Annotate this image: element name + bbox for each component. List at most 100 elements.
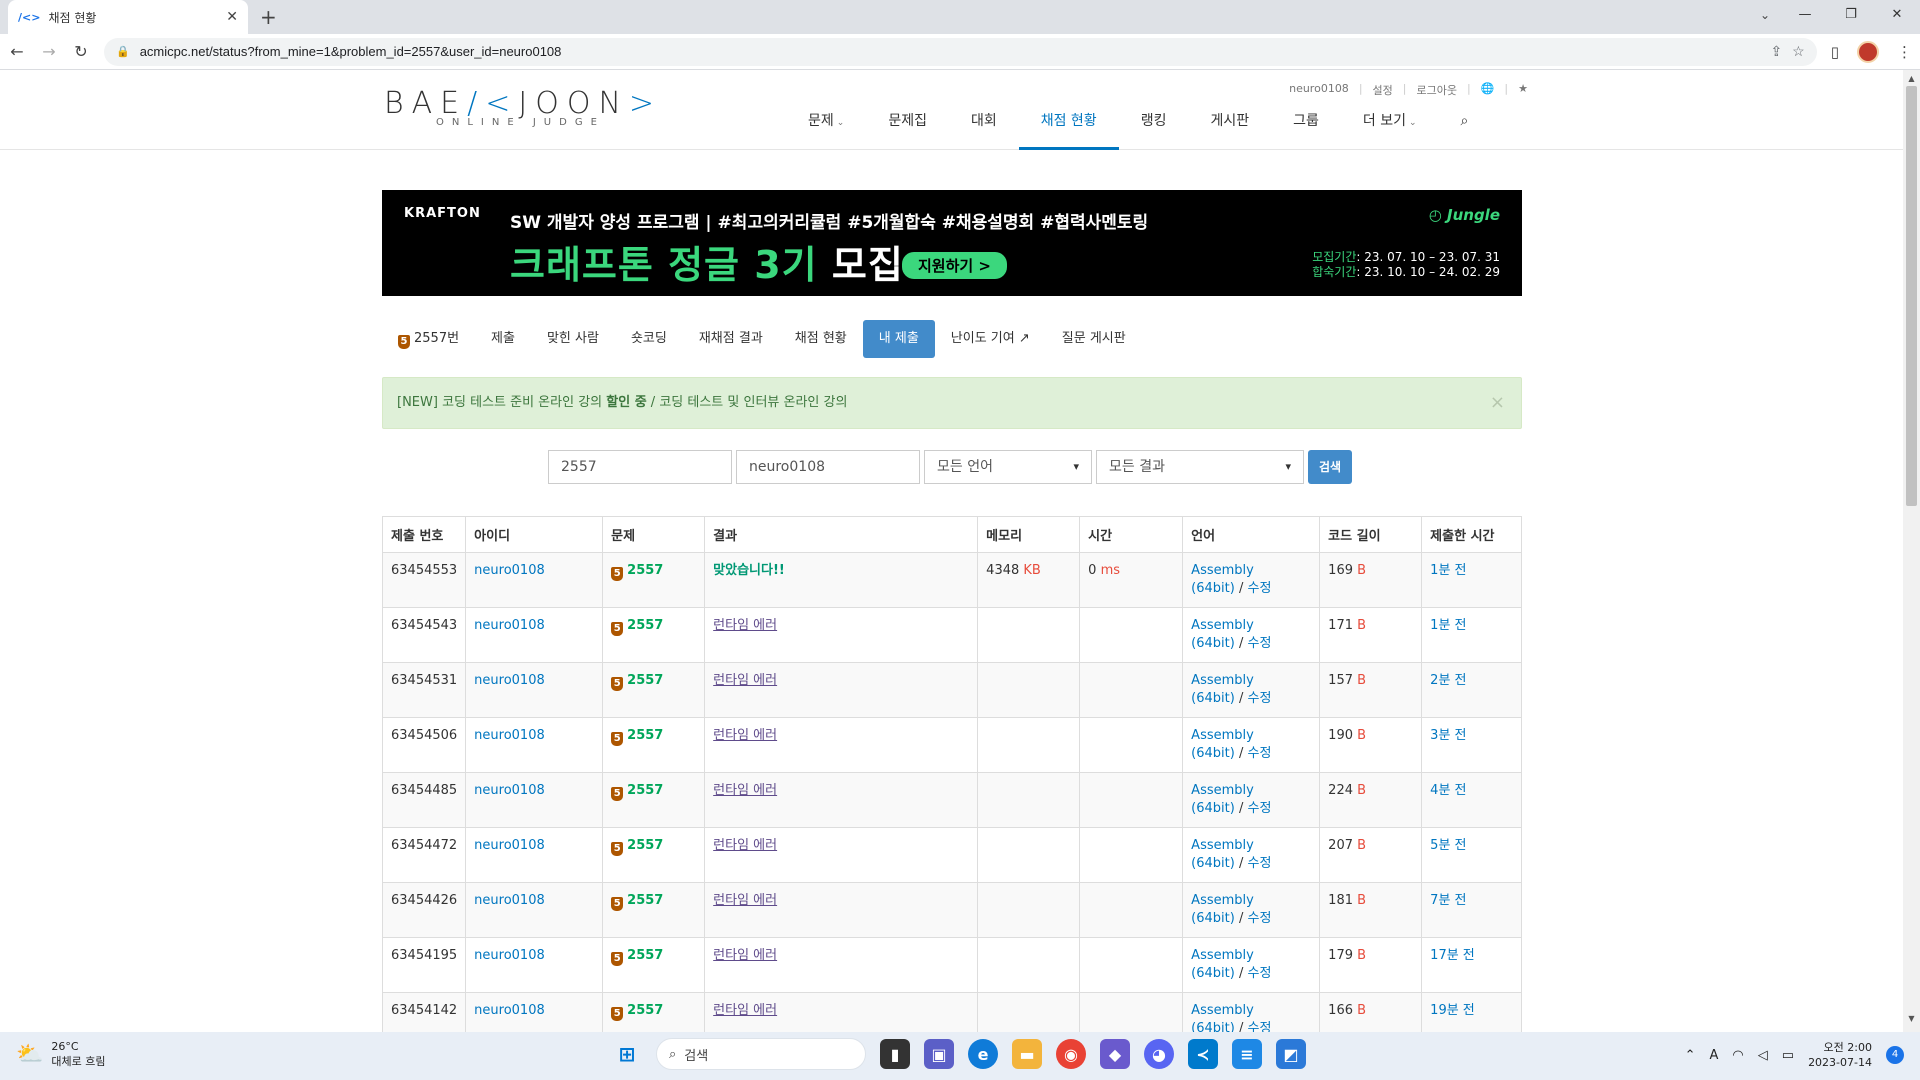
nav-more[interactable]: 더 보기 ⌄ — [1341, 106, 1439, 150]
task-view-icon[interactable]: ▮ — [880, 1039, 910, 1069]
ime-indicator[interactable]: A — [1710, 1048, 1719, 1063]
close-window-icon[interactable]: ✕ — [1874, 0, 1920, 30]
apply-button[interactable]: 지원하기 > — [902, 252, 1007, 279]
language-link[interactable]: Assembly — [1191, 838, 1254, 853]
new-tab-icon[interactable]: + — [260, 0, 277, 34]
subnav-short-coding[interactable]: 숏코딩 — [615, 320, 683, 358]
tab-search-icon[interactable]: ⌄ — [1760, 0, 1770, 30]
problem-id-input[interactable]: 2557 — [548, 450, 732, 484]
scrollbar-thumb[interactable] — [1906, 86, 1917, 506]
username-link[interactable]: neuro0108 — [1289, 82, 1349, 98]
profile-avatar[interactable] — [1857, 40, 1879, 63]
user-link[interactable]: neuro0108 — [474, 1003, 545, 1018]
user-id-input[interactable]: neuro0108 — [736, 450, 920, 484]
submit-time-link[interactable]: 1분 전 — [1430, 563, 1466, 578]
page-scrollbar[interactable]: ▲ ▼ — [1903, 70, 1920, 1032]
submit-time-link[interactable]: 3분 전 — [1430, 728, 1466, 743]
problem-link[interactable]: 2557 — [627, 563, 663, 578]
subnav-submit[interactable]: 제출 — [475, 320, 531, 358]
language-link[interactable]: Assembly — [1191, 783, 1254, 798]
edit-link[interactable]: 수정 — [1247, 911, 1271, 926]
language-bits-link[interactable]: (64bit) — [1191, 581, 1235, 596]
wifi-icon[interactable]: ◠ — [1732, 1048, 1743, 1063]
star-icon[interactable]: ★ — [1518, 82, 1528, 98]
edge-icon[interactable]: e — [968, 1039, 998, 1069]
krafton-jungle-banner[interactable]: KRAFTON SW 개발자 양성 프로그램 | #최고의커리큘럼 #5개월합숙… — [382, 190, 1522, 296]
subnav-solved-users[interactable]: 맞힌 사람 — [531, 320, 615, 358]
subnav-my-submissions[interactable]: 내 제출 — [862, 320, 935, 358]
notification-badge[interactable]: 4 — [1886, 1046, 1904, 1064]
lock-icon[interactable]: 🔒 — [116, 45, 130, 58]
language-link[interactable]: Assembly — [1191, 893, 1254, 908]
result-text[interactable]: 런타임 에러 — [713, 673, 777, 688]
share-icon[interactable]: ⇪ — [1770, 43, 1782, 60]
back-icon[interactable]: ← — [8, 42, 26, 61]
language-link[interactable]: Assembly — [1191, 563, 1254, 578]
user-link[interactable]: neuro0108 — [474, 563, 545, 578]
globe-icon[interactable]: 🌐 — [1481, 82, 1495, 98]
subnav-problem[interactable]: 5 2557번 — [382, 320, 475, 358]
edit-link[interactable]: 수정 — [1247, 1021, 1271, 1032]
user-link[interactable]: neuro0108 — [474, 893, 545, 908]
user-link[interactable]: neuro0108 — [474, 618, 545, 633]
submit-time-link[interactable]: 5분 전 — [1430, 838, 1466, 853]
volume-icon[interactable]: ◁ — [1758, 1048, 1768, 1063]
user-link[interactable]: neuro0108 — [474, 948, 545, 963]
chevron-up-icon[interactable]: ⌃ — [1685, 1048, 1696, 1063]
edit-link[interactable]: 수정 — [1247, 746, 1271, 761]
problem-link[interactable]: 2557 — [627, 673, 663, 688]
language-bits-link[interactable]: (64bit) — [1191, 691, 1235, 706]
weather-widget[interactable]: ⛅ 26°C 대체로 흐림 — [16, 1040, 106, 1069]
result-text[interactable]: 런타임 에러 — [713, 1003, 777, 1018]
language-bits-link[interactable]: (64bit) — [1191, 856, 1235, 871]
language-link[interactable]: Assembly — [1191, 728, 1254, 743]
notepad-icon[interactable]: ≡ — [1232, 1039, 1262, 1069]
clock[interactable]: 오전 2:00 2023-07-14 — [1808, 1040, 1872, 1070]
submit-time-link[interactable]: 4분 전 — [1430, 783, 1466, 798]
user-link[interactable]: neuro0108 — [474, 838, 545, 853]
subnav-qna[interactable]: 질문 게시판 — [1046, 320, 1142, 358]
promo-link-discount[interactable]: [NEW] 코딩 테스트 준비 온라인 강의 할인 중 — [397, 395, 647, 410]
file-explorer-icon[interactable]: ▬ — [1012, 1039, 1042, 1069]
teams-chat-icon[interactable]: ▣ — [924, 1039, 954, 1069]
result-text[interactable]: 런타임 에러 — [713, 893, 777, 908]
nav-board[interactable]: 게시판 — [1188, 106, 1271, 150]
search-icon[interactable]: ⌕ — [1439, 106, 1491, 150]
site-logo[interactable]: BAE/<JOON> ONLINE JUDGE — [384, 86, 662, 128]
language-bits-link[interactable]: (64bit) — [1191, 801, 1235, 816]
logout-link[interactable]: 로그아웃 — [1417, 82, 1457, 98]
problem-link[interactable]: 2557 — [627, 618, 663, 633]
minimize-icon[interactable]: — — [1782, 0, 1828, 30]
scroll-down-icon[interactable]: ▼ — [1903, 1014, 1920, 1028]
result-select[interactable]: 모든 결과 ▾ — [1096, 450, 1304, 484]
nav-status[interactable]: 채점 현황 — [1018, 106, 1119, 150]
problem-link[interactable]: 2557 — [627, 838, 663, 853]
nav-workbook[interactable]: 문제집 — [866, 106, 949, 150]
edit-link[interactable]: 수정 — [1247, 856, 1271, 871]
url-text[interactable]: acmicpc.net/status?from_mine=1&problem_i… — [140, 44, 1761, 59]
side-panel-icon[interactable]: ▯ — [1831, 43, 1839, 61]
browser-tab[interactable]: /<> 채점 현황 ✕ — [8, 0, 248, 34]
language-bits-link[interactable]: (64bit) — [1191, 911, 1235, 926]
user-link[interactable]: neuro0108 — [474, 728, 545, 743]
search-button[interactable]: 검색 — [1308, 450, 1353, 484]
language-link[interactable]: Assembly — [1191, 673, 1254, 688]
user-link[interactable]: neuro0108 — [474, 673, 545, 688]
reload-icon[interactable]: ↻ — [72, 42, 90, 61]
language-link[interactable]: Assembly — [1191, 948, 1254, 963]
promo-link-interview[interactable]: 코딩 테스트 및 인터뷰 온라인 강의 — [659, 395, 847, 410]
windows-start-icon[interactable]: ⊞ — [612, 1039, 642, 1069]
language-link[interactable]: Assembly — [1191, 618, 1254, 633]
submit-time-link[interactable]: 1분 전 — [1430, 618, 1466, 633]
edit-link[interactable]: 수정 — [1247, 691, 1271, 706]
forward-icon[interactable]: → — [40, 42, 58, 61]
language-select[interactable]: 모든 언어 ▾ — [924, 450, 1092, 484]
language-bits-link[interactable]: (64bit) — [1191, 1021, 1235, 1032]
edit-link[interactable]: 수정 — [1247, 581, 1271, 596]
user-link[interactable]: neuro0108 — [474, 783, 545, 798]
result-text[interactable]: 런타임 에러 — [713, 728, 777, 743]
discord-icon[interactable]: ◕ — [1144, 1039, 1174, 1069]
menu-kebab-icon[interactable]: ⋮ — [1897, 43, 1912, 61]
result-text[interactable]: 런타임 에러 — [713, 618, 777, 633]
chrome-icon[interactable]: ◉ — [1056, 1039, 1086, 1069]
